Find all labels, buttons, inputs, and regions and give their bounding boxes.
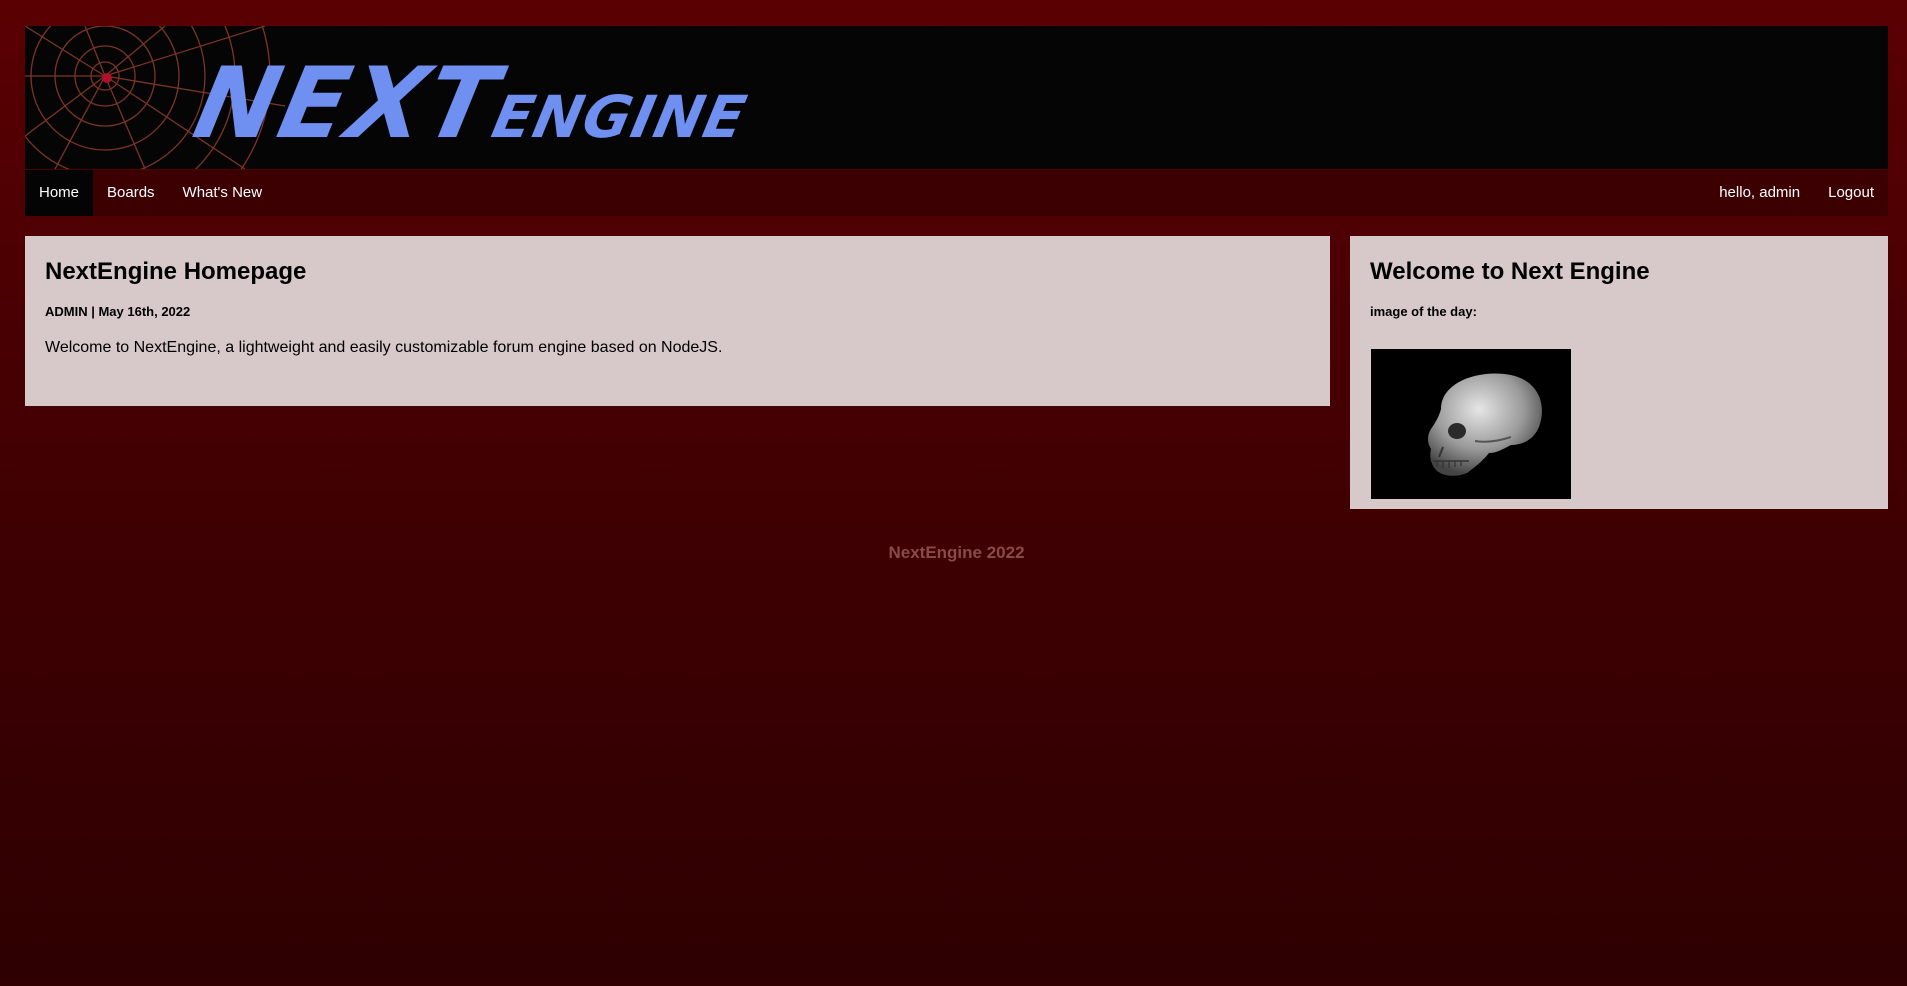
- site-logo[interactable]: NEXTENGINE: [182, 47, 758, 169]
- user-greeting[interactable]: hello, admin: [1705, 170, 1814, 216]
- nav-right-group: hello, admin Logout: [1705, 170, 1888, 216]
- main-navbar: Home Boards What's New hello, admin Logo…: [25, 170, 1888, 216]
- post-meta: ADMIN | May 16th, 2022: [45, 304, 191, 319]
- sidebar-subtitle: image of the day:: [1370, 304, 1477, 319]
- nav-whats-new[interactable]: What's New: [169, 170, 277, 216]
- logout-link[interactable]: Logout: [1814, 170, 1888, 216]
- welcome-sidebar-card: Welcome to Next Engine image of the day:: [1350, 236, 1888, 509]
- homepage-post-card: NextEngine Homepage ADMIN | May 16th, 20…: [25, 236, 1330, 406]
- sidebar-title: Welcome to Next Engine: [1370, 258, 1650, 285]
- post-body: Welcome to NextEngine, a lightweight and…: [45, 339, 723, 356]
- site-footer: NextEngine 2022: [888, 543, 1025, 562]
- nav-boards[interactable]: Boards: [93, 170, 169, 216]
- post-title: NextEngine Homepage: [45, 258, 307, 285]
- image-of-the-day: [1371, 349, 1571, 499]
- logo-sub-text: ENGINE: [486, 83, 753, 151]
- site-header: NEXTENGINE: [25, 26, 1888, 169]
- logo-main-text: NEXT: [185, 47, 509, 161]
- skull-icon: [1428, 373, 1542, 476]
- nav-home[interactable]: Home: [25, 170, 94, 216]
- nav-left-group: Home Boards What's New: [25, 170, 276, 216]
